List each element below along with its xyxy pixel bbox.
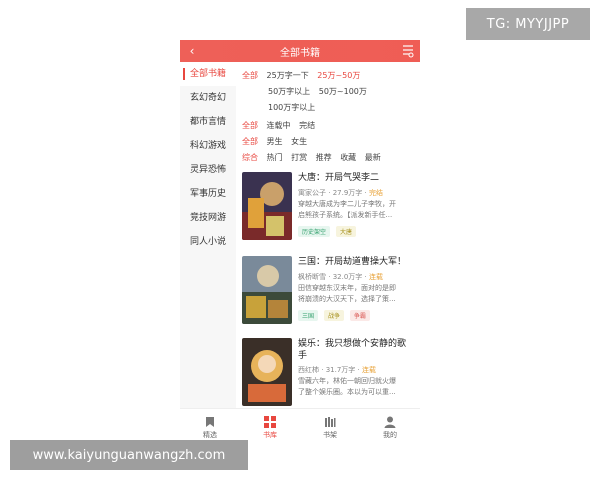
nav-label: 我的: [383, 430, 397, 439]
person-icon: [384, 416, 396, 428]
book-description: 田信穿越东汉末年，面对的是即 将崩溃的大汉天下，选择了策...: [298, 283, 420, 305]
sort-favorites[interactable]: 收藏: [340, 153, 356, 162]
sort-hot[interactable]: 热门: [267, 153, 283, 162]
category-sidebar: 全部书籍 玄幻奇幻 都市言情 科幻游戏 灵异恐怖 军事历史 竞技网游 同人小说: [180, 62, 236, 408]
book-desc-line: 将崩溃的大汉天下，选择了策...: [298, 295, 396, 303]
nav-label: 书架: [323, 430, 337, 439]
bookshelf-icon: [325, 416, 336, 427]
book-author: 枫桥断雪: [298, 273, 326, 281]
sort-recommend[interactable]: 推荐: [316, 153, 332, 162]
book-author: 西红柿: [298, 366, 319, 374]
book-meta: 西红柿 · 31.7万字 · 连载: [298, 366, 376, 374]
sidebar-item-all[interactable]: 全部书籍: [180, 62, 236, 86]
filter-wordcount-over-50w[interactable]: 50万字以上: [268, 87, 310, 96]
filter-wordcount-over-100w[interactable]: 100万字以上: [268, 103, 315, 112]
book-wordcount: 32.0万字: [332, 273, 363, 281]
filter-icon[interactable]: [402, 44, 414, 58]
book-title: 三国：开局劫道曹操大军！: [298, 257, 407, 267]
bookmark-icon: [206, 416, 214, 427]
book-desc-line: 雪藏六年，林佑一朝回归就火爆: [298, 377, 396, 385]
filter-wordcount-under-25w[interactable]: 25万字一下: [267, 71, 309, 80]
sidebar-item-military-history[interactable]: 军事历史: [180, 182, 236, 206]
sidebar-item-scifi-games[interactable]: 科幻游戏: [180, 134, 236, 158]
sidebar-item-urban-romance[interactable]: 都市言情: [180, 110, 236, 134]
watermark-top: TG: MYYJJPP: [466, 8, 590, 40]
book-item[interactable]: 三国：开局劫道曹操大军！ 枫桥断雪 · 32.0万字 · 连载 田信穿越东汉末年…: [242, 256, 420, 340]
filter-gender-female[interactable]: 女生: [291, 137, 307, 146]
filter-gender-all[interactable]: 全部: [242, 137, 258, 146]
book-tag[interactable]: 三国: [298, 310, 319, 321]
gender-filter-row: 全部 男生 女生: [242, 136, 313, 147]
book-title: 大唐：开局气哭李二: [298, 173, 380, 183]
sort-tips[interactable]: 打赏: [291, 153, 307, 162]
nav-bookshelf[interactable]: 书架: [300, 409, 360, 445]
book-list-area: 全部 25万字一下 25万~50万 50万字以上 50万~100万 100万字以…: [236, 62, 420, 408]
sort-newest[interactable]: 最新: [365, 153, 381, 162]
nav-mine[interactable]: 我的: [360, 409, 420, 445]
book-status: 连载: [368, 273, 383, 281]
book-meta: 枫桥断雪 · 32.0万字 · 连载: [298, 273, 383, 281]
filter-status-all[interactable]: 全部: [242, 121, 258, 130]
sidebar-item-horror[interactable]: 灵异恐怖: [180, 158, 236, 182]
book-title: 娱乐：我只想做个安静的歌 手: [298, 338, 420, 362]
book-status: 完结: [368, 189, 383, 197]
library-icon: [264, 415, 276, 428]
book-title-line: 手: [298, 351, 308, 361]
book-tag[interactable]: 争霸: [349, 310, 370, 321]
status-filter-row: 全部 连载中 完结: [242, 120, 321, 131]
nav-label: 精选: [203, 430, 217, 439]
book-desc-line: 穿越大唐成为李二儿子李牧，开: [298, 200, 396, 208]
sort-filter-row: 综合 热门 打赏 推荐 收藏 最新: [242, 152, 387, 163]
book-item[interactable]: 大唐：开局气哭李二 寓家公子 · 27.9万字 · 完结 穿越大唐成为李二儿子李…: [242, 172, 420, 256]
filter-gender-male[interactable]: 男生: [267, 137, 283, 146]
sort-comprehensive[interactable]: 综合: [242, 153, 258, 162]
book-wordcount: 31.7万字: [325, 366, 356, 374]
filter-wordcount-25w-50w[interactable]: 25万~50万: [317, 71, 360, 80]
watermark-bottom: www.kaiyunguanwangzh.com: [10, 440, 248, 470]
page-title: 全部书籍: [280, 47, 320, 59]
book-desc-line: 了整个娱乐圈。本以为可以重...: [298, 388, 396, 396]
filter-wordcount-50w-100w[interactable]: 50万~100万: [319, 87, 367, 96]
book-tags: 历史架空 大唐: [298, 226, 360, 237]
filter-status-finished[interactable]: 完结: [299, 121, 315, 130]
book-wordcount: 27.9万字: [332, 189, 363, 197]
book-tag[interactable]: 大唐: [335, 226, 356, 237]
book-cover: [242, 172, 292, 240]
sidebar-item-esports[interactable]: 竞技网游: [180, 206, 236, 230]
book-meta: 寓家公子 · 27.9万字 · 完结: [298, 189, 383, 197]
nav-library[interactable]: 书库: [240, 409, 300, 445]
book-desc-line: 启熊孩子系统。【派发新手任...: [298, 211, 393, 219]
book-tag[interactable]: 战争: [323, 310, 344, 321]
book-cover: [242, 338, 292, 406]
book-tag[interactable]: 历史架空: [298, 226, 331, 237]
book-title-line: 娱乐：我只想做个安静的歌: [298, 339, 407, 349]
wordcount-filter-row: 全部 25万字一下 25万~50万: [242, 70, 366, 81]
book-cover: [242, 256, 292, 324]
book-description: 雪藏六年，林佑一朝回归就火爆 了整个娱乐圈。本以为可以重...: [298, 376, 420, 398]
filter-status-ongoing[interactable]: 连载中: [267, 121, 291, 130]
book-description: 穿越大唐成为李二儿子李牧，开 启熊孩子系统。【派发新手任...: [298, 199, 420, 221]
book-author: 寓家公子: [298, 189, 326, 197]
book-desc-line: 田信穿越东汉末年，面对的是即: [298, 284, 396, 292]
chevron-left-icon[interactable]: ‹: [186, 43, 198, 59]
phone-screen: ‹ 全部书籍 全部书籍 玄幻奇幻 都市言情 科幻游戏 灵异恐怖 军事历史 竞技网…: [180, 40, 420, 445]
header-bar: ‹ 全部书籍: [180, 40, 420, 62]
filter-wordcount-all[interactable]: 全部: [242, 71, 258, 80]
book-status: 连载: [361, 366, 376, 374]
book-tags: 三国 战争 争霸: [298, 310, 374, 321]
wordcount-filter-row-2: 50万字以上 50万~100万: [268, 86, 373, 97]
sidebar-item-fanfiction[interactable]: 同人小说: [180, 230, 236, 254]
sidebar-item-fantasy[interactable]: 玄幻奇幻: [180, 86, 236, 110]
nav-label: 书库: [263, 430, 277, 439]
wordcount-filter-row-3: 100万字以上: [268, 102, 321, 113]
